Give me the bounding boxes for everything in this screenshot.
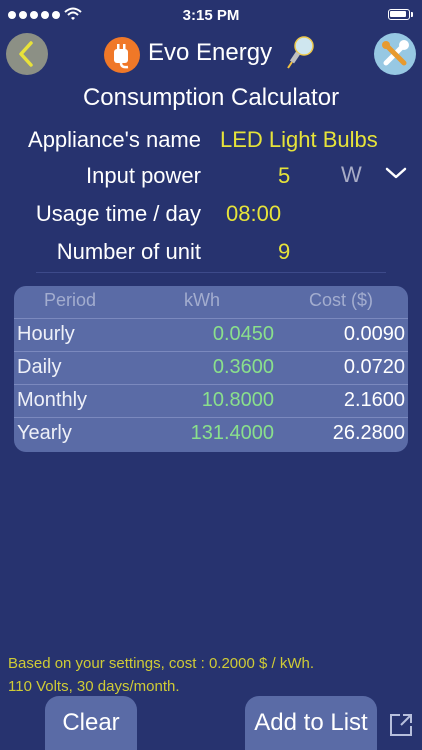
- app-logo: Evo Energy: [104, 34, 320, 74]
- appliance-name-field[interactable]: LED Light Bulbs: [220, 127, 378, 153]
- cost-cell: 26.2800: [332, 422, 405, 444]
- table-row: Hourly 0.0450 0.0090: [14, 318, 408, 350]
- appliance-name-label: Appliance's name: [28, 127, 201, 152]
- settings-button[interactable]: [374, 33, 416, 75]
- period-cell: Yearly: [17, 422, 72, 444]
- input-power-label: Input power: [86, 163, 201, 188]
- cost-cell: 2.1600: [343, 389, 405, 411]
- period-header: Period: [44, 290, 97, 310]
- status-time: 3:15 PM: [182, 7, 240, 24]
- back-chevron-icon: [19, 41, 33, 67]
- nav-bar: Evo Energy: [0, 30, 422, 78]
- period-cell: Daily: [17, 356, 62, 378]
- table-header: Period kWh Cost ($): [14, 286, 408, 318]
- kwh-cell: 0.3600: [212, 356, 274, 378]
- kwh-cell: 10.8000: [201, 389, 274, 411]
- kwh-cell: 0.0450: [212, 323, 274, 345]
- number-of-unit-field[interactable]: 9: [278, 239, 290, 265]
- tools-icon: [382, 40, 409, 66]
- number-of-unit-label: Number of unit: [56, 239, 201, 264]
- cost-cell: 0.0720: [343, 356, 405, 378]
- back-button[interactable]: [6, 33, 48, 75]
- usage-time-label: Usage time / day: [35, 201, 201, 226]
- status-bar: 3:15 PM: [0, 0, 422, 30]
- app-name: Evo Energy: [148, 39, 273, 66]
- table-row: Daily 0.3600 0.0720: [14, 351, 408, 383]
- input-power-field[interactable]: 5: [278, 163, 290, 189]
- results-table: Period kWh Cost ($) Hourly 0.0450 0.0090…: [14, 286, 408, 452]
- period-cell: Monthly: [17, 389, 88, 411]
- divider: [36, 272, 386, 273]
- period-cell: Hourly: [17, 323, 75, 345]
- cost-settings-note: Based on your settings, cost : 0.2000 $ …: [8, 655, 314, 672]
- add-to-list-button[interactable]: Add to List: [245, 696, 377, 750]
- cost-cell: 0.0090: [343, 323, 405, 345]
- plug-icon: [104, 37, 140, 73]
- kwh-header: kWh: [184, 290, 220, 310]
- page-title: Consumption Calculator: [82, 84, 340, 111]
- kwh-cell: 131.4000: [190, 422, 274, 444]
- power-unit-select[interactable]: W: [341, 162, 362, 188]
- voltage-settings-note: 110 Volts, 30 days/month.: [8, 678, 180, 695]
- lightbulb-icon: [287, 36, 314, 69]
- chevron-down-icon[interactable]: [385, 166, 407, 180]
- clear-button[interactable]: Clear: [45, 696, 137, 750]
- export-icon[interactable]: [388, 712, 414, 738]
- battery-icon: [388, 9, 410, 20]
- cost-header: Cost ($): [309, 290, 374, 310]
- table-row: Yearly 131.4000 26.2800: [14, 417, 408, 449]
- usage-time-field[interactable]: 08:00: [226, 201, 281, 227]
- table-row: Monthly 10.8000 2.1600: [14, 384, 408, 416]
